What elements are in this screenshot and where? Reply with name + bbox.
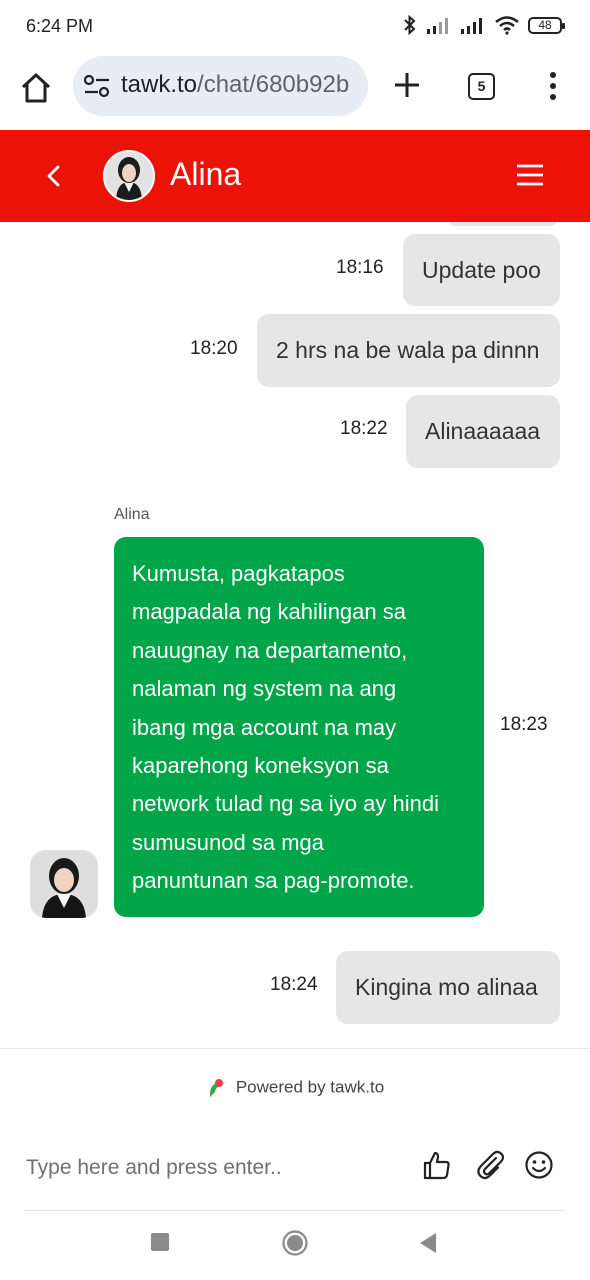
visitor-message-bubble: 2 hrs na be wala pa dinnn bbox=[257, 314, 560, 387]
tawk-logo-icon bbox=[209, 1079, 225, 1097]
message-input-row bbox=[0, 1145, 590, 1191]
agent-avatar-header bbox=[103, 150, 155, 202]
signal-icon bbox=[427, 18, 448, 34]
system-nav-bar bbox=[0, 1212, 590, 1280]
battery-indicator: 48 bbox=[528, 16, 565, 34]
partial-message-bubble bbox=[448, 222, 558, 226]
message-line: panuntunan sa pag-promote. bbox=[132, 868, 415, 894]
message-text: Alinaaaaaa bbox=[425, 418, 541, 444]
visitor-message-bubble: Kingina mo alinaa bbox=[336, 951, 560, 1024]
status-time: 6:24 PM bbox=[26, 16, 94, 36]
thumbs-up-icon[interactable] bbox=[421, 1149, 453, 1181]
message-time: 18:16 bbox=[336, 257, 384, 278]
address-bar[interactable]: tawk.to/chat/680b92b bbox=[73, 56, 368, 116]
site-settings-icon[interactable] bbox=[83, 73, 111, 99]
powered-by-text: Powered by tawk.to bbox=[235, 1077, 385, 1097]
more-options-icon[interactable] bbox=[543, 70, 563, 102]
back-icon[interactable] bbox=[38, 160, 70, 192]
menu-icon[interactable] bbox=[513, 160, 547, 190]
emoji-icon[interactable] bbox=[523, 1149, 555, 1181]
bluetooth-icon bbox=[404, 14, 416, 36]
message-line: Kumusta, pagkatapos bbox=[132, 561, 345, 586]
chat-header: Alina bbox=[0, 130, 590, 222]
new-tab-icon[interactable] bbox=[392, 70, 422, 100]
avatar-photo-icon bbox=[105, 152, 153, 200]
signal-icon-2 bbox=[461, 18, 482, 34]
status-bar: 6:24 PM 48 bbox=[0, 0, 590, 56]
message-text: 2 hrs na be wala pa dinnn bbox=[276, 337, 540, 363]
message-time: 18:23 bbox=[500, 714, 548, 735]
status-icons: 48 bbox=[402, 14, 565, 36]
avatar-photo-icon bbox=[30, 850, 98, 918]
message-text: Update poo bbox=[422, 257, 541, 283]
visitor-message-bubble: Alinaaaaaa bbox=[406, 395, 560, 468]
powered-by[interactable]: Powered by tawk.to bbox=[0, 1077, 590, 1099]
message-text: Kingina mo alinaa bbox=[355, 974, 538, 1000]
conversation-area[interactable]: 18:16 Update poo 18:20 2 hrs na be wala … bbox=[0, 222, 590, 1048]
message-line: kaparehong koneksyon sa bbox=[132, 753, 389, 779]
recents-icon[interactable] bbox=[150, 1232, 170, 1252]
message-line: magpadala ng kahilingan sa bbox=[132, 599, 406, 625]
agent-avatar bbox=[30, 850, 98, 918]
message-time: 18:20 bbox=[190, 338, 238, 359]
message-line: nalaman ng system na ang bbox=[132, 676, 397, 702]
back-nav-icon[interactable] bbox=[418, 1232, 438, 1254]
message-time: 18:24 bbox=[270, 974, 318, 995]
chat-footer: Powered by tawk.to bbox=[0, 1048, 590, 1211]
url-host: tawk.to bbox=[121, 71, 198, 98]
footer-divider bbox=[24, 1210, 566, 1211]
message-time: 18:22 bbox=[340, 418, 388, 439]
home-icon[interactable] bbox=[18, 70, 54, 106]
message-line: network tulad ng sa iyo ay hindi bbox=[132, 791, 439, 817]
visitor-message-bubble: Update poo bbox=[403, 234, 560, 306]
message-input[interactable] bbox=[24, 1149, 398, 1187]
url-path: /chat/680b92b bbox=[197, 71, 350, 98]
url-text: tawk.to/chat/680b92b bbox=[121, 71, 349, 99]
home-nav-icon[interactable] bbox=[282, 1230, 308, 1256]
tab-switcher-button[interactable]: 5 bbox=[468, 73, 495, 100]
chat-title: Alina bbox=[170, 156, 242, 192]
message-line: sumusunod sa mga bbox=[132, 829, 324, 855]
message-line: nauugnay na departamento, bbox=[132, 637, 408, 663]
agent-name-label: Alina bbox=[114, 506, 150, 523]
agent-message-bubble: Kumusta, pagkatapos magpadala ng kahilin… bbox=[114, 537, 484, 917]
message-line: ibang mga account na may bbox=[132, 714, 397, 740]
wifi-icon bbox=[495, 16, 519, 35]
browser-toolbar: tawk.to/chat/680b92b 5 bbox=[0, 56, 590, 128]
attachment-icon[interactable] bbox=[474, 1149, 506, 1181]
